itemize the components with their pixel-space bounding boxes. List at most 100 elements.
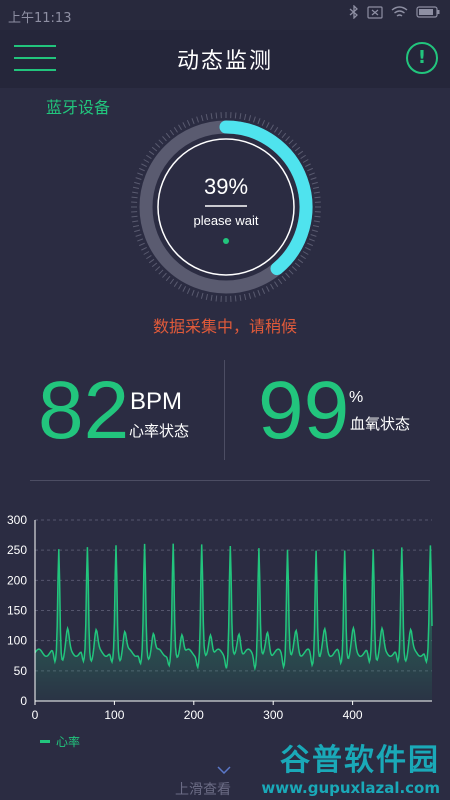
gauge-tick [239, 294, 242, 301]
gauge-tick [300, 154, 306, 159]
spo2-unit: % [349, 389, 364, 406]
gauge-tick [141, 163, 147, 168]
gauge-tick [210, 113, 213, 120]
gauge-tick [277, 278, 283, 285]
gauge-tick [165, 132, 171, 139]
gauge-tick [131, 196, 138, 199]
x-tick-label: 100 [104, 708, 124, 722]
gauge-tick [137, 172, 144, 176]
y-tick-label: 150 [7, 604, 27, 618]
swipe-up-hint[interactable]: 上滑查看 [175, 779, 231, 799]
gauge-tick [311, 229, 318, 233]
gauge-tick [310, 234, 317, 237]
gauge-tick [162, 272, 167, 278]
gauge-tick [158, 269, 164, 275]
gauge-tick [265, 286, 270, 292]
gauge-tick [196, 291, 199, 298]
chevron-down-icon[interactable] [217, 762, 231, 778]
gauge-tick [300, 255, 306, 260]
y-tick-label: 250 [7, 543, 27, 557]
y-tick-label: 50 [14, 664, 28, 678]
gauge-tick [200, 292, 204, 299]
gauge-tick [137, 238, 144, 242]
legend-label: 心率 [56, 735, 81, 749]
gauge-tick [148, 258, 155, 264]
status-time: 上午11:13 [8, 11, 72, 26]
no-sim-icon [367, 5, 383, 19]
y-tick-label: 0 [20, 694, 27, 708]
gauge-tick [261, 288, 266, 294]
gauge-tick [191, 118, 195, 125]
metrics-divider [224, 360, 225, 460]
gauge-status-dot [223, 238, 229, 244]
gauge-tick [205, 113, 208, 121]
gauge-tick [146, 255, 152, 260]
gauge-tick [210, 294, 213, 301]
gauge-tick [186, 120, 191, 126]
gauge-tick [312, 225, 320, 228]
gauge-tick [239, 113, 242, 120]
gauge-tick [257, 118, 261, 125]
gauge-tick [313, 220, 320, 223]
gauge-tick [131, 215, 138, 218]
gauge-ticks [131, 112, 321, 302]
gauge-tick [253, 291, 256, 298]
gauge-tick [294, 146, 301, 152]
gauge-tick [234, 295, 237, 302]
heart-rate-chart: 0 50 100 150 200 250 300 0 100 200 300 400 [7, 513, 433, 722]
gauge-tick [182, 286, 187, 292]
chart-legend: 心率 [40, 733, 80, 750]
gauge-tick [215, 112, 218, 119]
y-tick-label: 200 [7, 573, 27, 587]
gauge-tick [297, 258, 304, 264]
gauge-inner-ring [157, 138, 295, 276]
app-bar: 动态监测 ! [0, 30, 450, 88]
gauge-tick [308, 238, 315, 242]
y-tick-label: 300 [7, 513, 27, 527]
gauge-tick [146, 154, 152, 159]
gauge-tick [285, 272, 290, 278]
alert-icon[interactable]: ! [406, 42, 438, 74]
gauge-tick [308, 172, 315, 176]
x-tick-label: 200 [184, 708, 204, 722]
gauge-tick [200, 115, 204, 122]
gauge-tick [294, 262, 301, 268]
gauge-tick [305, 163, 311, 168]
gauge-tick [244, 293, 247, 301]
gauge-tick [248, 115, 252, 122]
watermark-title: 谷普软件园 [280, 743, 440, 778]
gauge-tick [178, 124, 182, 131]
gauge-tick [261, 120, 266, 126]
gauge-tick [302, 251, 309, 255]
gauge-tick [169, 129, 175, 136]
gauge-tick [291, 266, 297, 271]
spo2-value: 99 [258, 365, 350, 456]
gauge-tick [158, 139, 164, 145]
status-icons [349, 5, 440, 19]
gauge-tick [265, 122, 270, 128]
gauge-tick [132, 225, 140, 228]
gauge-tick [234, 112, 237, 119]
gauge-tick [134, 229, 141, 233]
gauge-tick [162, 136, 167, 142]
heart-rate-label: 心率状态 [129, 422, 190, 440]
wifi-icon [391, 5, 408, 17]
gauge-tick [132, 191, 139, 194]
gauge-tick [151, 262, 158, 268]
battery-icon [416, 6, 440, 18]
watermark-logo: 谷普软件园 www.gupuxlazal.com [261, 735, 440, 797]
bluetooth-device-link[interactable]: 蓝牙设备 [46, 94, 110, 118]
progress-gauge: 39% please wait [130, 111, 322, 303]
gauge-tick [141, 246, 147, 251]
page-title: 动态监测 [176, 49, 273, 74]
gauge-tick [307, 167, 313, 172]
heart-rate-unit: BPM [130, 388, 183, 415]
gauge-tick [155, 266, 161, 271]
gauge-tick [314, 196, 321, 199]
gauge-tick [288, 139, 294, 145]
watermark-url: www.gupuxlazal.com [261, 779, 440, 797]
legend-swatch [40, 740, 50, 743]
bluetooth-icon [349, 5, 358, 19]
x-tick-label: 0 [32, 708, 39, 722]
gauge-tick [178, 283, 182, 290]
